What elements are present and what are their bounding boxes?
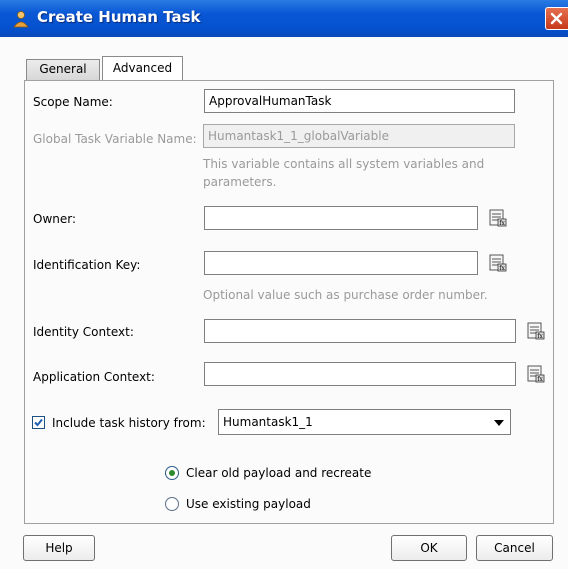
expression-builder-icon[interactable]: fx (489, 209, 507, 227)
owner-input[interactable] (204, 206, 478, 230)
identification-key-hint: Optional value such as purchase order nu… (203, 288, 488, 302)
cancel-button-label: Cancel (494, 541, 535, 555)
ok-button-label: OK (420, 541, 438, 555)
close-button[interactable] (545, 7, 568, 30)
use-existing-payload-radio[interactable] (165, 497, 179, 511)
scope-name-label: Scope Name: (33, 95, 113, 109)
expression-builder-icon[interactable]: fx (527, 365, 545, 383)
help-button[interactable]: Help (23, 535, 95, 561)
radio-selected-dot (169, 470, 175, 476)
identification-key-label: Identification Key: (33, 258, 141, 272)
use-existing-payload-label: Use existing payload (186, 497, 311, 511)
tab-general[interactable]: General (26, 59, 100, 80)
owner-label: Owner: (33, 212, 77, 226)
include-history-checkbox[interactable] (32, 416, 45, 429)
history-source-value: Humantask1_1 (223, 415, 313, 429)
window-title: Create Human Task (37, 8, 201, 26)
global-task-variable-input: Humantask1_1_globalVariable (203, 124, 515, 148)
svg-text:fx: fx (499, 265, 505, 272)
help-button-label: Help (45, 541, 73, 555)
title-bar: Create Human Task (0, 0, 568, 37)
tab-advanced-label: Advanced (112, 61, 173, 75)
global-task-variable-label: Global Task Variable Name: (33, 132, 197, 146)
clear-payload-radio[interactable] (165, 466, 179, 480)
dropdown-arrow-icon (494, 420, 504, 426)
ok-button[interactable]: OK (391, 535, 467, 561)
application-context-label: Application Context: (33, 370, 155, 384)
svg-text:fx: fx (537, 376, 543, 383)
application-context-input[interactable] (204, 362, 516, 386)
expression-builder-icon[interactable]: fx (489, 254, 507, 272)
svg-text:fx: fx (499, 220, 505, 227)
identification-key-input[interactable] (204, 251, 478, 275)
include-history-label: Include task history from: (52, 416, 206, 430)
cancel-button[interactable]: Cancel (476, 535, 553, 561)
global-task-variable-hint-1: This variable contains all system variab… (203, 157, 485, 171)
identity-context-input[interactable] (204, 319, 516, 343)
identity-context-label: Identity Context: (33, 325, 134, 339)
expression-builder-icon[interactable]: fx (527, 322, 545, 340)
global-task-variable-hint-2: parameters. (203, 175, 277, 189)
tab-general-label: General (39, 62, 87, 76)
scope-name-input[interactable]: ApprovalHumanTask (204, 89, 515, 113)
svg-text:fx: fx (537, 333, 543, 340)
close-icon (550, 12, 563, 25)
history-source-select[interactable]: Humantask1_1 (218, 409, 511, 435)
clear-payload-label: Clear old payload and recreate (186, 466, 372, 480)
human-task-icon (13, 11, 29, 28)
tab-advanced[interactable]: Advanced (102, 56, 183, 80)
checkmark-icon (34, 418, 43, 427)
